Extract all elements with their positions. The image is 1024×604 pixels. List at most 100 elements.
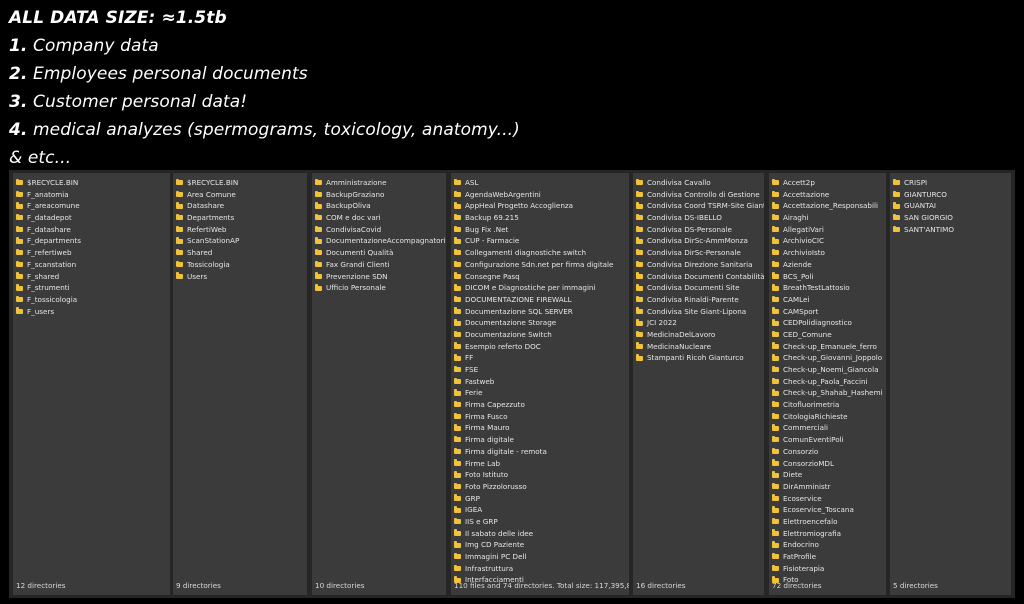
folder-item[interactable]: CED_Comune xyxy=(772,329,884,341)
folder-item[interactable]: JCI 2022 xyxy=(636,317,762,329)
directory-panel-5[interactable]: Condivisa Cavallo Condivisa Controllo di … xyxy=(633,173,764,595)
folder-item[interactable]: GRP xyxy=(454,493,627,505)
folder-item[interactable]: CitologiaRichieste xyxy=(772,411,884,423)
folder-item[interactable]: Commerciali xyxy=(772,422,884,434)
folder-item[interactable]: Amministrazione xyxy=(315,177,444,189)
folder-item[interactable]: Foto Istituto xyxy=(454,469,627,481)
folder-item[interactable]: F_users xyxy=(16,306,168,318)
folder-item[interactable]: DOCUMENTAZIONE FIREWALL xyxy=(454,294,627,306)
folder-item[interactable]: Elettromiografia xyxy=(772,528,884,540)
folder-item[interactable]: BCS_Poli xyxy=(772,271,884,283)
folder-item[interactable]: GIANTURCO xyxy=(893,189,1009,201)
folder-item[interactable]: CRISPI xyxy=(893,177,1009,189)
folder-item[interactable]: Prevenzione SDN xyxy=(315,271,444,283)
folder-item[interactable]: CAMLei xyxy=(772,294,884,306)
folder-item[interactable]: MedicinaDelLavoro xyxy=(636,329,762,341)
folder-item[interactable]: FatProfile xyxy=(772,551,884,563)
folder-item[interactable]: F_departments xyxy=(16,235,168,247)
folder-item[interactable]: BackupOliva xyxy=(315,200,444,212)
folder-item[interactable]: Consorzio xyxy=(772,446,884,458)
folder-item[interactable]: Documenti Qualità xyxy=(315,247,444,259)
folder-item[interactable]: Firma digitale - remota xyxy=(454,446,627,458)
folder-item[interactable]: Fisioterapia xyxy=(772,563,884,575)
folder-item[interactable]: Condivisa DS-IBELLO xyxy=(636,212,762,224)
folder-item[interactable]: Documentazione SQL SERVER xyxy=(454,306,627,318)
folder-item[interactable]: Documentazione Switch xyxy=(454,329,627,341)
folder-item[interactable]: Img CD Paziente xyxy=(454,539,627,551)
folder-item[interactable]: Ferie xyxy=(454,387,627,399)
folder-item[interactable]: Airaghi xyxy=(772,212,884,224)
folder-item[interactable]: DirAmministr xyxy=(772,481,884,493)
folder-item[interactable]: Diete xyxy=(772,469,884,481)
folder-item[interactable]: Condivisa DirSc-Personale xyxy=(636,247,762,259)
folder-item[interactable]: CEDPolidiagnostico xyxy=(772,317,884,329)
folder-item[interactable]: Immagini PC Dell xyxy=(454,551,627,563)
folder-item[interactable]: Aziende xyxy=(772,259,884,271)
folder-item[interactable]: F_anatomia xyxy=(16,189,168,201)
folder-item[interactable]: F_scanstation xyxy=(16,259,168,271)
folder-item[interactable]: Tossicologia xyxy=(176,259,305,271)
folder-item[interactable]: Accettazione_Responsabili xyxy=(772,200,884,212)
folder-item[interactable]: AgendaWebArgentini xyxy=(454,189,627,201)
folder-item[interactable]: ComunEventiPoli xyxy=(772,434,884,446)
directory-panel-1[interactable]: $RECYCLE.BIN F_anatomia F_areacomune F_data… xyxy=(13,173,170,595)
folder-item[interactable]: Shared xyxy=(176,247,305,259)
folder-item[interactable]: Condivisa Controllo di Gestione xyxy=(636,189,762,201)
folder-item[interactable]: ArchivioCIC xyxy=(772,235,884,247)
folder-item[interactable]: FF xyxy=(454,352,627,364)
folder-item[interactable]: Check-up_Paola_Faccini xyxy=(772,376,884,388)
directory-panel-3[interactable]: Amministrazione BackupGraziano BackupOliva… xyxy=(312,173,446,595)
folder-item[interactable]: IIS e GRP xyxy=(454,516,627,528)
folder-item[interactable]: IGEA xyxy=(454,504,627,516)
folder-item[interactable]: FSE xyxy=(454,364,627,376)
folder-item[interactable]: ArchivioIsto xyxy=(772,247,884,259)
folder-item[interactable]: GUANTAI xyxy=(893,200,1009,212)
folder-item[interactable]: Accett2p xyxy=(772,177,884,189)
folder-item[interactable]: Collegamenti diagnostiche switch xyxy=(454,247,627,259)
folder-item[interactable]: Fax Grandi Clienti xyxy=(315,259,444,271)
folder-item[interactable]: Ufficio Personale xyxy=(315,282,444,294)
folder-item[interactable]: Configurazione Sdn.net per firma digital… xyxy=(454,259,627,271)
folder-item[interactable]: CondivisaCovid xyxy=(315,224,444,236)
folder-item[interactable]: Condivisa Site Giant-Lipona xyxy=(636,306,762,318)
folder-item[interactable]: Ecoservice_Toscana xyxy=(772,504,884,516)
folder-item[interactable]: Area Comune xyxy=(176,189,305,201)
folder-item[interactable]: Condivisa Rinaldi-Parente xyxy=(636,294,762,306)
folder-item[interactable]: RefertiWeb xyxy=(176,224,305,236)
folder-item[interactable]: COM e doc vari xyxy=(315,212,444,224)
folder-item[interactable]: Citofluorimetria xyxy=(772,399,884,411)
folder-item[interactable]: AllegatiVari xyxy=(772,224,884,236)
folder-item[interactable]: ConsorzioMDL xyxy=(772,458,884,470)
folder-item[interactable]: DocumentazioneAccompagnatoria xyxy=(315,235,446,247)
folder-item[interactable]: Departments xyxy=(176,212,305,224)
folder-item[interactable]: F_areacomune xyxy=(16,200,168,212)
folder-item[interactable]: CAMSport xyxy=(772,306,884,318)
folder-item[interactable]: Backup 69.215 xyxy=(454,212,627,224)
folder-item[interactable]: Check-up_Giovanni_Joppolo xyxy=(772,352,884,364)
folder-item[interactable]: Condivisa Documenti Site xyxy=(636,282,762,294)
folder-item[interactable]: Check-up_Shahab_Hashemi xyxy=(772,387,884,399)
folder-item[interactable]: Condivisa Direzione Sanitaria xyxy=(636,259,762,271)
folder-item[interactable]: F_shared xyxy=(16,271,168,283)
folder-item[interactable]: Documentazione Storage xyxy=(454,317,627,329)
folder-item[interactable]: Consegne Pasq xyxy=(454,271,627,283)
folder-item[interactable]: F_datadepot xyxy=(16,212,168,224)
folder-item[interactable]: Stampanti Ricoh Gianturco xyxy=(636,352,762,364)
folder-item[interactable]: Endocrino xyxy=(772,539,884,551)
folder-item[interactable]: Datashare xyxy=(176,200,305,212)
folder-item[interactable]: Condivisa DS-Personale xyxy=(636,224,762,236)
folder-item[interactable]: Foto Pizzolorusso xyxy=(454,481,627,493)
folder-item[interactable]: Esempio referto DOC xyxy=(454,341,627,353)
folder-item[interactable]: $RECYCLE.BIN xyxy=(176,177,305,189)
folder-item[interactable]: $RECYCLE.BIN xyxy=(16,177,168,189)
folder-item[interactable]: F_tossicologia xyxy=(16,294,168,306)
folder-item[interactable]: Condivisa Coord TSRM-Site Giant xyxy=(636,200,764,212)
folder-item[interactable]: Il sabato delle idee xyxy=(454,528,627,540)
folder-item[interactable]: Users xyxy=(176,271,305,283)
folder-item[interactable]: Check-up_Noemi_Giancola xyxy=(772,364,884,376)
directory-panel-7[interactable]: CRISPI GIANTURCO GUANTAI SAN GIORGIO SANT'AN… xyxy=(890,173,1011,595)
folder-item[interactable]: Firme Lab xyxy=(454,458,627,470)
folder-item[interactable]: Firma Mauro xyxy=(454,422,627,434)
folder-item[interactable]: Firma digitale xyxy=(454,434,627,446)
folder-item[interactable]: Condivisa Documenti Contabilità xyxy=(636,271,764,283)
